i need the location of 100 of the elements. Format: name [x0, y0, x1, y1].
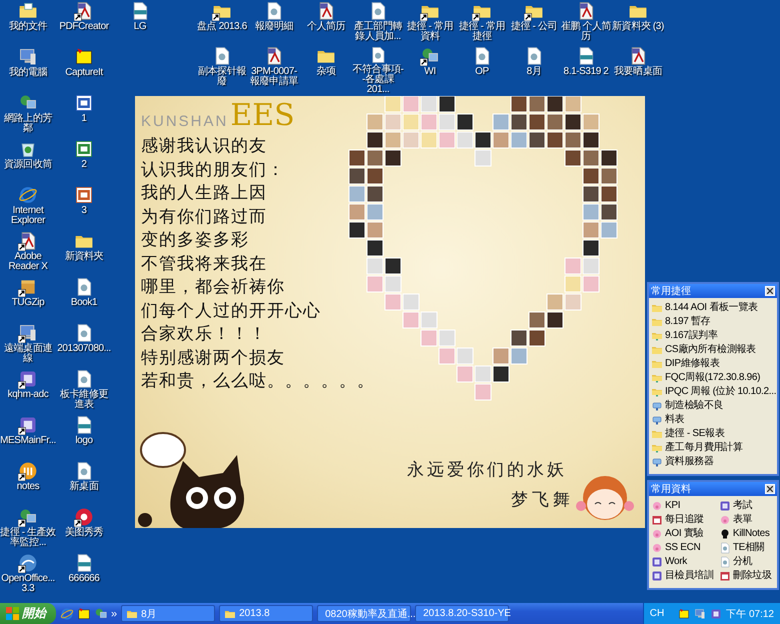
poem-line: 为有你们路过而 — [141, 206, 268, 228]
poem-line: 特别感谢两个损友 — [141, 348, 286, 369]
taskbar-button[interactable]: 2013.8 — [219, 605, 314, 622]
panel-item[interactable]: 目檢員培訓 — [651, 569, 717, 582]
capture-icon — [678, 608, 690, 620]
more-chevron[interactable]: » — [111, 608, 118, 620]
panel-item[interactable]: 料表 — [651, 413, 776, 426]
desktop-shortcut[interactable]: 我的文件 — [0, 0, 56, 46]
desktop-shortcut[interactable]: 2 — [56, 138, 112, 184]
panel-item[interactable]: 8.197 暫存 — [651, 315, 776, 328]
poem-line: 们每个人过的开开心心 — [141, 300, 322, 322]
poem-line: 我的人生路上因 — [141, 183, 268, 204]
panel-item[interactable]: 捷徑 - SE報表 — [651, 427, 776, 440]
signature-text: 永远爱你们的水妖 — [407, 459, 567, 481]
desktop-shortcut[interactable]: 新資料夾 — [56, 230, 112, 276]
panel-item[interactable]: 資料服務器 — [651, 455, 776, 468]
desktop-shortcut[interactable]: PDFCreator — [56, 0, 112, 46]
desktop-shortcut[interactable]: 1 — [56, 92, 112, 138]
desktop-shortcut[interactable]: OP — [456, 45, 508, 95]
poem-line: 合家欢乐！！！ — [141, 324, 268, 346]
desktop-shortcut[interactable]: 網路上的芳鄰 — [0, 92, 56, 138]
document-icon — [718, 542, 731, 554]
desktop-shortcut[interactable]: 不符合事項--各處課201... — [352, 45, 404, 95]
desktop-shortcut[interactable]: 資源回收筒 — [0, 138, 56, 184]
desktop-shortcut[interactable]: 捷徑 - 公司 — [508, 0, 560, 45]
panel-item[interactable]: Work — [651, 555, 717, 568]
desktop-shortcut[interactable]: OpenOffice... 3.3 — [0, 552, 56, 598]
desktop-shortcut[interactable]: 杂项 — [300, 45, 352, 95]
desktop-shortcut[interactable]: 我要晒桌面 — [612, 45, 664, 95]
desktop-shortcut[interactable]: CaptureIt — [56, 46, 112, 92]
desktop-shortcut[interactable]: 報廢明細 — [248, 0, 300, 45]
app-icon — [710, 608, 722, 620]
panel-item[interactable]: 分机 — [718, 555, 775, 568]
panel-item[interactable]: 表單 — [718, 513, 775, 526]
desktop-shortcut[interactable]: 3PM-0007-報廢申請單 — [248, 45, 300, 95]
panel-item[interactable]: AOI 實驗 — [651, 527, 717, 540]
desktop-shortcut[interactable]: WI — [404, 45, 456, 95]
desktop-shortcut[interactable]: 8月 — [508, 45, 560, 95]
panel-item[interactable]: 考試 — [718, 499, 775, 512]
poem-line: 认识我的朋友们： — [141, 160, 286, 181]
close-icon — [767, 486, 773, 492]
desktop-shortcut[interactable]: logo — [56, 414, 112, 460]
poem-line: 感谢我认识的友 — [141, 136, 268, 158]
desktop-shortcut[interactable]: Book1 — [56, 276, 112, 322]
panel-item[interactable]: FQC周報(172.30.8.96) — [651, 371, 776, 384]
close-icon — [767, 288, 773, 294]
desktop-shortcut[interactable]: 美图秀秀 — [56, 506, 112, 552]
desktop-shortcut[interactable]: 副本探针報廢 — [196, 45, 248, 95]
close-button[interactable] — [765, 484, 775, 494]
panel-item[interactable]: CS廠內所有檢測報表 — [651, 343, 776, 356]
desktop-shortcut[interactable]: 捷徑 - 常用捷徑 — [456, 0, 508, 45]
poem-line: 不管我将来我在 — [141, 254, 268, 275]
desktop-shortcut[interactable]: 666666 — [56, 552, 112, 598]
close-button[interactable] — [765, 286, 775, 296]
network-drive-icon — [651, 414, 663, 426]
desktop-shortcut[interactable]: 新桌面 — [56, 460, 112, 506]
browser-icon — [60, 606, 74, 620]
calendar-icon — [651, 514, 663, 526]
panel-title: 常用捷徑 — [651, 284, 691, 298]
network-drive-icon — [651, 456, 663, 468]
desktop-shortcut[interactable]: TUGZip — [0, 276, 56, 322]
author-name: 梦飞舞 — [511, 489, 574, 511]
desktop-shortcut[interactable]: 崔鹏 个人简历 — [560, 0, 612, 45]
start-button[interactable]: 開始 — [0, 603, 56, 624]
desktop-shortcut[interactable]: kqhm-adc — [0, 368, 56, 414]
panel-item[interactable]: 產工每月費用計算 — [651, 441, 776, 454]
desktop-shortcut[interactable]: 3 — [56, 184, 112, 230]
taskbar-button[interactable]: 8月 — [121, 605, 216, 622]
desktop-shortcut[interactable]: 201307080... — [56, 322, 112, 368]
poem-line: 变的多姿多彩 — [141, 230, 250, 252]
panel-item[interactable]: 每日追蹤 — [651, 513, 717, 526]
panel-item[interactable]: 制造檢驗不良 — [651, 399, 776, 412]
app-icon — [718, 500, 731, 512]
desktop-shortcut[interactable]: 个人简历 — [300, 0, 352, 45]
panel-item[interactable]: TE相關 — [718, 541, 775, 554]
taskbar-button[interactable]: 2013.8.20-S310-YE — [415, 605, 510, 622]
panel-item[interactable]: 9.167誤判率 — [651, 329, 776, 342]
panel-item[interactable]: KillNotes — [718, 527, 775, 540]
capture-icon — [77, 606, 91, 620]
desktop-shortcut[interactable]: Internet Explorer — [0, 184, 56, 230]
desktop-shortcut[interactable]: notes — [0, 460, 56, 506]
panel-item[interactable]: 刪除垃圾 — [718, 569, 775, 582]
desktop-shortcut[interactable]: 產工部門轉錄人員加... — [352, 0, 404, 45]
desktop-shortcut[interactable]: MESMainFr... — [0, 414, 56, 460]
app-icon — [651, 570, 663, 582]
desktop-shortcut[interactable]: 板卡維修更進表 — [56, 368, 112, 414]
desktop-shortcut[interactable]: 遠端桌面連線 — [0, 322, 56, 368]
desktop-shortcut[interactable]: 8.1-S319 2 — [560, 45, 612, 95]
desktop-shortcut[interactable]: 新資料夾 (3) — [612, 0, 664, 45]
panel-item[interactable]: DIP維修報表 — [651, 357, 776, 370]
desktop-shortcut[interactable]: 捷徑 - 生產效率監控... — [0, 506, 56, 552]
desktop-shortcut[interactable]: 盘点 2013.6 — [196, 0, 248, 45]
panel-item[interactable]: IPQC 周報 (位於 10.10.2... — [651, 385, 776, 398]
panel-item[interactable]: SS ECN — [651, 541, 717, 554]
panel-item[interactable]: 8.144 AOI 看板一覽表 — [651, 301, 776, 314]
desktop-shortcut[interactable]: LG — [112, 0, 168, 46]
desktop-shortcut[interactable]: 捷徑 - 常用資料 — [404, 0, 456, 45]
desktop-shortcut[interactable]: Adobe Reader X — [0, 230, 56, 276]
panel-item[interactable]: KPI — [651, 499, 717, 512]
desktop-shortcut[interactable]: 我的電腦 — [0, 46, 56, 92]
